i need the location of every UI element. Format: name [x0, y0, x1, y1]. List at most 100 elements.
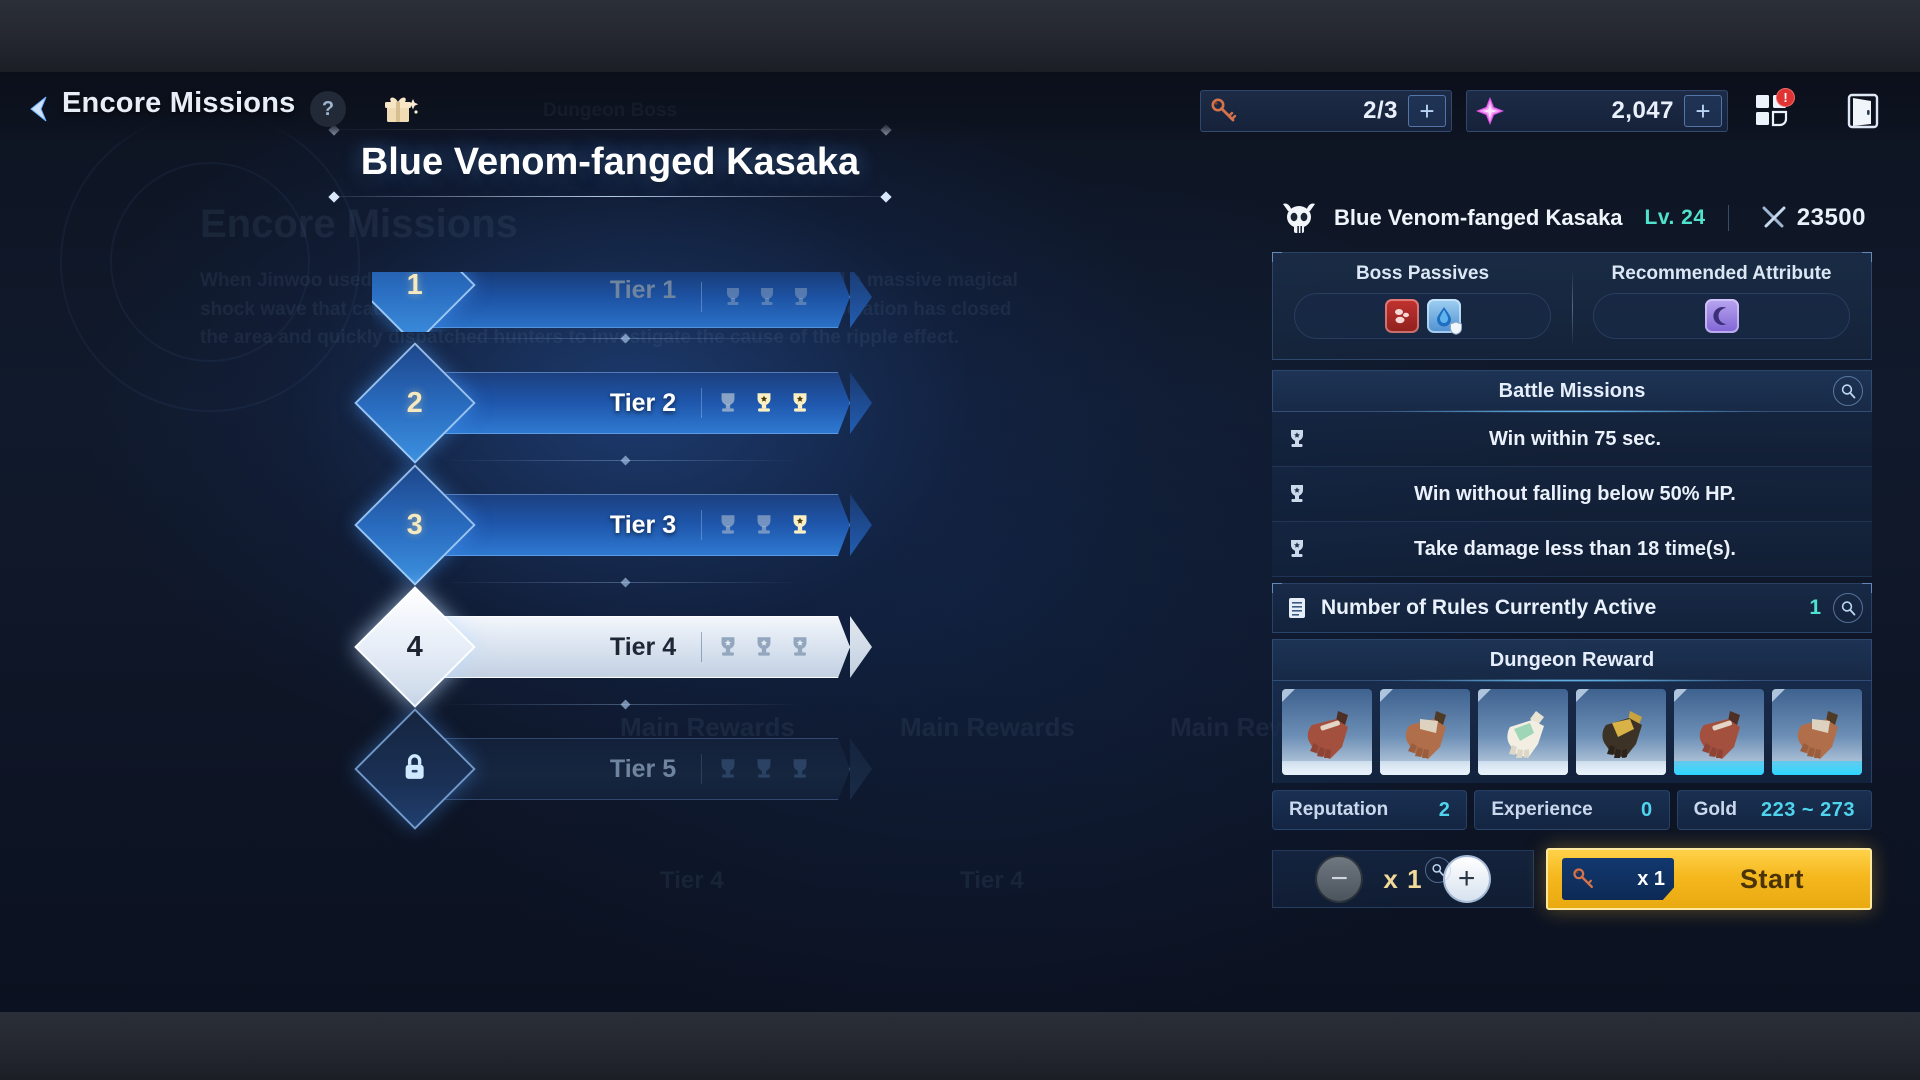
stat-label: Reputation	[1289, 799, 1389, 820]
tier-row[interactable]: Tier 1 1	[372, 272, 872, 332]
boss-passives-title: Boss Passives	[1355, 263, 1490, 284]
add-keys-button[interactable]: +	[1408, 95, 1446, 127]
start-key-cost: x 1	[1562, 858, 1674, 900]
gauntlet-red-icon	[1674, 689, 1764, 775]
door-exit-icon	[1847, 93, 1879, 129]
stat-value: 223 ~ 273	[1760, 798, 1855, 821]
bg-ghost-tier: Tier 4	[660, 867, 724, 894]
trophy-icon	[1272, 536, 1322, 562]
start-label: Start	[1739, 863, 1804, 894]
back-button[interactable]	[16, 86, 62, 132]
key-count: 2/3	[1363, 97, 1398, 124]
reward-item-slot[interactable]	[1478, 689, 1568, 775]
crystal-icon	[1467, 95, 1513, 127]
grid-menu-button[interactable]: !	[1745, 86, 1799, 136]
stat-label: Experience	[1491, 799, 1593, 820]
trophy-group	[714, 755, 814, 783]
trophy-icon	[721, 637, 735, 656]
bg-ring-decoration	[110, 162, 310, 362]
trophy-icon	[793, 759, 807, 778]
moon-icon[interactable]	[1704, 299, 1739, 333]
key-icon	[1201, 96, 1247, 126]
tier-connector-diamond	[620, 333, 631, 344]
tier-wing-right	[850, 616, 872, 678]
battle-mission-text: Win within 75 sec.	[1488, 427, 1662, 450]
diamond-ornament	[880, 191, 892, 203]
trophy-divider	[701, 388, 702, 418]
help-label: ?	[321, 97, 335, 120]
battle-mission-text: Win without falling below 50% HP.	[1414, 482, 1736, 505]
scroll-icon	[1273, 595, 1321, 621]
reward-stats-row: Reputation 2 Experience 0 Gold 223 ~ 273	[1272, 790, 1872, 830]
rules-active-bar: Number of Rules Currently Active 1	[1272, 583, 1872, 633]
currency-keys[interactable]: 2/3 +	[1200, 90, 1452, 132]
rules-active-label: Number of Rules Currently Active	[1321, 596, 1657, 619]
reward-stat-gold: Gold 223 ~ 273	[1676, 790, 1872, 830]
gift-button[interactable]	[374, 86, 426, 132]
tier-number: 2	[406, 386, 424, 419]
battle-missions-search-button[interactable]	[1833, 376, 1863, 406]
trophy-group	[714, 511, 814, 539]
reward-item-slot[interactable]	[1576, 689, 1666, 775]
decrease-quantity-button[interactable]: −	[1315, 855, 1364, 903]
tier-row[interactable]: Tier 3 3	[354, 455, 872, 586]
boss-power-value: 23500	[1796, 204, 1866, 231]
boss-detail-name: Blue Venom-fanged Kasaka	[1334, 205, 1623, 230]
tier-wing-right	[850, 738, 872, 800]
exit-button[interactable]	[1836, 86, 1890, 136]
add-crystals-button[interactable]: +	[1684, 95, 1722, 127]
tier-connector-diamond	[620, 699, 631, 710]
trophy-icon	[727, 288, 739, 305]
letterbox-top	[0, 0, 1920, 72]
bg-ghost-rewards: Main Rewards	[900, 712, 1075, 742]
tier-wing-right	[850, 272, 872, 328]
boss-passives-slot	[1293, 293, 1552, 339]
reward-item-slot[interactable]	[1282, 689, 1372, 775]
back-chevron-icon	[30, 96, 47, 122]
gauntlet-gold-icon	[1576, 689, 1666, 775]
help-button[interactable]: ?	[310, 91, 346, 127]
magnifier-icon	[1841, 600, 1855, 615]
increase-quantity-button[interactable]: +	[1442, 855, 1491, 903]
game-screen: Encore Missions When Jinwoo used his fir…	[0, 0, 1920, 1080]
water-shield-icon[interactable]	[1426, 299, 1462, 335]
tier-row[interactable]: Tier 2 2	[354, 333, 872, 464]
trophy-divider	[701, 754, 702, 784]
gift-icon	[385, 97, 419, 122]
trophy-icon	[721, 759, 735, 778]
stat-value: 0	[1641, 798, 1653, 821]
gauntlet-red-icon	[1282, 689, 1372, 775]
tier-number: 4	[406, 630, 424, 663]
key-icon	[1573, 868, 1594, 889]
trophy-icon	[757, 637, 771, 656]
reward-item-slot[interactable]	[1380, 689, 1470, 775]
boss-power: 23500	[1760, 204, 1872, 232]
battle-missions-title: Battle Missions	[1498, 379, 1646, 402]
quantity-info-button[interactable]	[1425, 857, 1451, 883]
start-button[interactable]: x 1 Start	[1546, 848, 1872, 910]
crossed-swords-icon	[1762, 206, 1786, 228]
trophy-icon	[793, 637, 807, 656]
recommended-attribute-title: Recommended Attribute	[1611, 263, 1832, 284]
reward-item-slot[interactable]	[1772, 689, 1862, 775]
trophy-icon	[757, 759, 771, 778]
reward-stat-experience: Experience 0	[1474, 790, 1670, 830]
boss-passives-column: Boss Passives	[1273, 253, 1572, 359]
tier-row-locked[interactable]: Tier 5	[354, 699, 872, 830]
tier-badge-locked	[354, 708, 476, 830]
tier-number: 3	[406, 508, 424, 541]
tier-badge: 2	[354, 342, 476, 464]
passives-card: Boss Passives Recommended Attribute	[1272, 252, 1872, 360]
currency-crystals[interactable]: 2,047 +	[1466, 90, 1728, 132]
trophy-icon	[757, 515, 771, 534]
stat-value: 2	[1438, 798, 1451, 821]
rules-search-button[interactable]	[1833, 593, 1863, 623]
tier-number: 1	[406, 272, 424, 301]
blood-drop-icon[interactable]	[1384, 299, 1419, 333]
trophy-icon	[793, 393, 807, 412]
reward-item-slot[interactable]	[1674, 689, 1764, 775]
trophy-group	[714, 633, 814, 661]
tier-row[interactable]: Tier 4 4	[354, 577, 872, 708]
divider	[1572, 269, 1573, 347]
trophy-icon	[793, 515, 807, 534]
